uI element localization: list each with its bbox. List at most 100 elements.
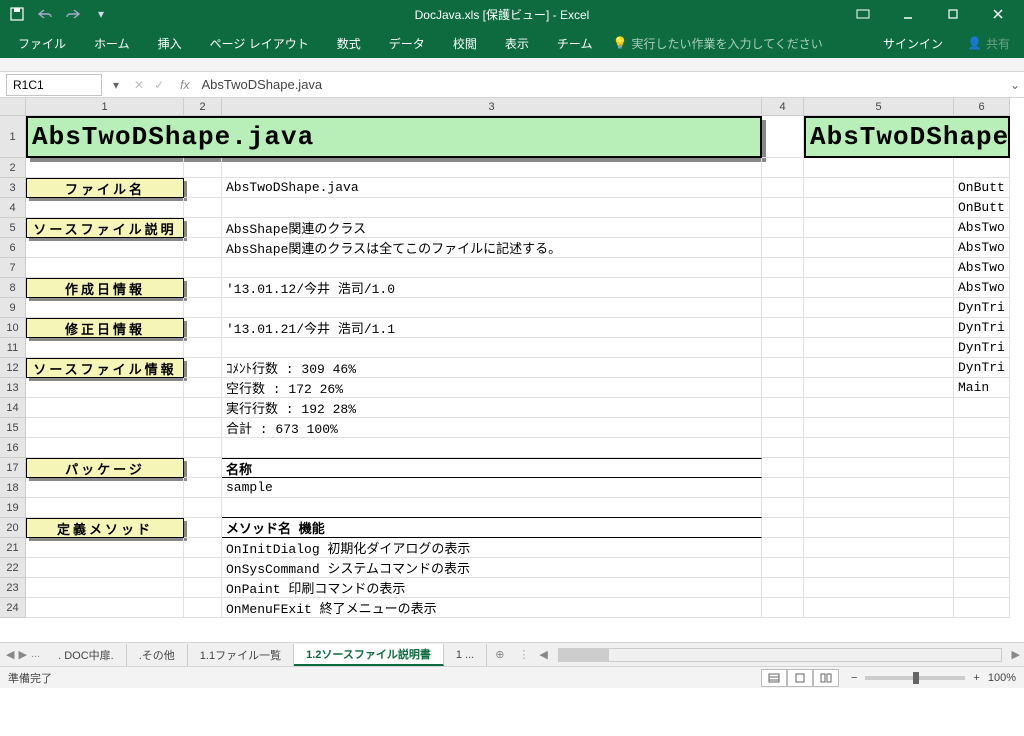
- cell[interactable]: パッケージ: [26, 458, 184, 478]
- cell[interactable]: [762, 298, 804, 318]
- cell[interactable]: [222, 198, 762, 218]
- cell[interactable]: 修正日情報: [26, 318, 184, 338]
- cell[interactable]: Main: [954, 378, 1010, 398]
- cell[interactable]: [762, 178, 804, 198]
- name-box-dropdown[interactable]: ▾: [108, 78, 124, 92]
- cell[interactable]: [762, 478, 804, 498]
- cell[interactable]: [184, 518, 222, 538]
- cell[interactable]: AbsTwoDShape.java: [26, 116, 762, 158]
- tab-insert[interactable]: 挿入: [144, 28, 196, 58]
- cell[interactable]: OnMenuFExit 終了メニューの表示: [222, 598, 762, 618]
- col-header[interactable]: 6: [954, 98, 1010, 116]
- row-header[interactable]: 5: [0, 218, 26, 238]
- cell[interactable]: [184, 418, 222, 438]
- cell[interactable]: AbsShape関連のクラスは全てこのファイルに記述する。: [222, 238, 762, 258]
- cell[interactable]: 合計 : 673 100%: [222, 418, 762, 438]
- view-normal[interactable]: [761, 669, 787, 687]
- cell[interactable]: [762, 538, 804, 558]
- cell[interactable]: [954, 458, 1010, 478]
- cell[interactable]: [26, 438, 184, 458]
- cell[interactable]: [184, 258, 222, 278]
- cell[interactable]: [184, 538, 222, 558]
- save-button[interactable]: [4, 3, 30, 25]
- row-header[interactable]: 18: [0, 478, 26, 498]
- cell[interactable]: [804, 538, 954, 558]
- cell[interactable]: '13.01.21/今井 浩司/1.1: [222, 318, 762, 338]
- cell[interactable]: AbsTwoDShape.java: [222, 178, 762, 198]
- cell[interactable]: [804, 398, 954, 418]
- row-header[interactable]: 3: [0, 178, 26, 198]
- cell[interactable]: [762, 458, 804, 478]
- cell[interactable]: [762, 218, 804, 238]
- undo-button[interactable]: [32, 3, 58, 25]
- row-header[interactable]: 24: [0, 598, 26, 618]
- view-page-break[interactable]: [813, 669, 839, 687]
- cell[interactable]: [954, 398, 1010, 418]
- zoom-out[interactable]: −: [851, 672, 857, 684]
- add-sheet-button[interactable]: ⊕: [487, 648, 512, 661]
- cell[interactable]: [222, 498, 762, 518]
- cell[interactable]: [26, 258, 184, 278]
- cell[interactable]: [184, 438, 222, 458]
- cell[interactable]: [762, 438, 804, 458]
- row-header[interactable]: 11: [0, 338, 26, 358]
- cell[interactable]: [26, 158, 184, 178]
- cell[interactable]: [762, 498, 804, 518]
- cell[interactable]: [222, 438, 762, 458]
- cell[interactable]: [184, 338, 222, 358]
- cell[interactable]: [184, 458, 222, 478]
- cell[interactable]: [26, 598, 184, 618]
- cell[interactable]: [26, 298, 184, 318]
- cell[interactable]: AbsTwo: [954, 218, 1010, 238]
- cell[interactable]: [804, 238, 954, 258]
- sheet-nav-next[interactable]: ▶: [18, 648, 26, 661]
- horizontal-scrollbar[interactable]: [558, 648, 1002, 662]
- cell[interactable]: [26, 498, 184, 518]
- cell[interactable]: [26, 198, 184, 218]
- zoom-in[interactable]: +: [973, 672, 979, 684]
- row-header[interactable]: 22: [0, 558, 26, 578]
- cell[interactable]: [804, 218, 954, 238]
- cell[interactable]: [222, 298, 762, 318]
- row-header[interactable]: 8: [0, 278, 26, 298]
- cell[interactable]: [184, 158, 222, 178]
- enter-icon[interactable]: ✓: [154, 78, 164, 92]
- cell[interactable]: [762, 418, 804, 438]
- row-header[interactable]: 6: [0, 238, 26, 258]
- cell[interactable]: [762, 558, 804, 578]
- cell[interactable]: [184, 198, 222, 218]
- row-header[interactable]: 1: [0, 116, 26, 158]
- sheet-nav-prev[interactable]: ◀: [6, 648, 14, 661]
- sheet-tab[interactable]: 1.2ソースファイル説明書: [294, 644, 444, 666]
- cell[interactable]: [804, 178, 954, 198]
- cell[interactable]: OnButt: [954, 178, 1010, 198]
- cell[interactable]: メソッド名 機能: [222, 518, 762, 538]
- cell[interactable]: [804, 378, 954, 398]
- cell[interactable]: 実行行数 : 192 28%: [222, 398, 762, 418]
- cell[interactable]: [762, 158, 804, 178]
- cell[interactable]: [184, 178, 222, 198]
- cell[interactable]: [954, 538, 1010, 558]
- cell[interactable]: DynTri: [954, 298, 1010, 318]
- cell[interactable]: DynTri: [954, 318, 1010, 338]
- cell[interactable]: OnSysCommand システムコマンドの表示: [222, 558, 762, 578]
- tab-file[interactable]: ファイル: [4, 28, 80, 58]
- cancel-icon[interactable]: ✕: [134, 78, 144, 92]
- fx-icon[interactable]: fx: [174, 78, 195, 92]
- row-header[interactable]: 20: [0, 518, 26, 538]
- cell[interactable]: [762, 278, 804, 298]
- row-header[interactable]: 14: [0, 398, 26, 418]
- formula-input[interactable]: [195, 74, 1006, 96]
- cell[interactable]: [804, 258, 954, 278]
- share-button[interactable]: 👤 共有: [957, 35, 1020, 52]
- hscroll-thumb[interactable]: [559, 649, 609, 661]
- cell[interactable]: [804, 458, 954, 478]
- cell[interactable]: [184, 238, 222, 258]
- cell[interactable]: [222, 258, 762, 278]
- cell[interactable]: [26, 558, 184, 578]
- row-header[interactable]: 15: [0, 418, 26, 438]
- cell[interactable]: OnInitDialog 初期化ダイアログの表示: [222, 538, 762, 558]
- cell[interactable]: [26, 398, 184, 418]
- cell[interactable]: [184, 298, 222, 318]
- redo-button[interactable]: [60, 3, 86, 25]
